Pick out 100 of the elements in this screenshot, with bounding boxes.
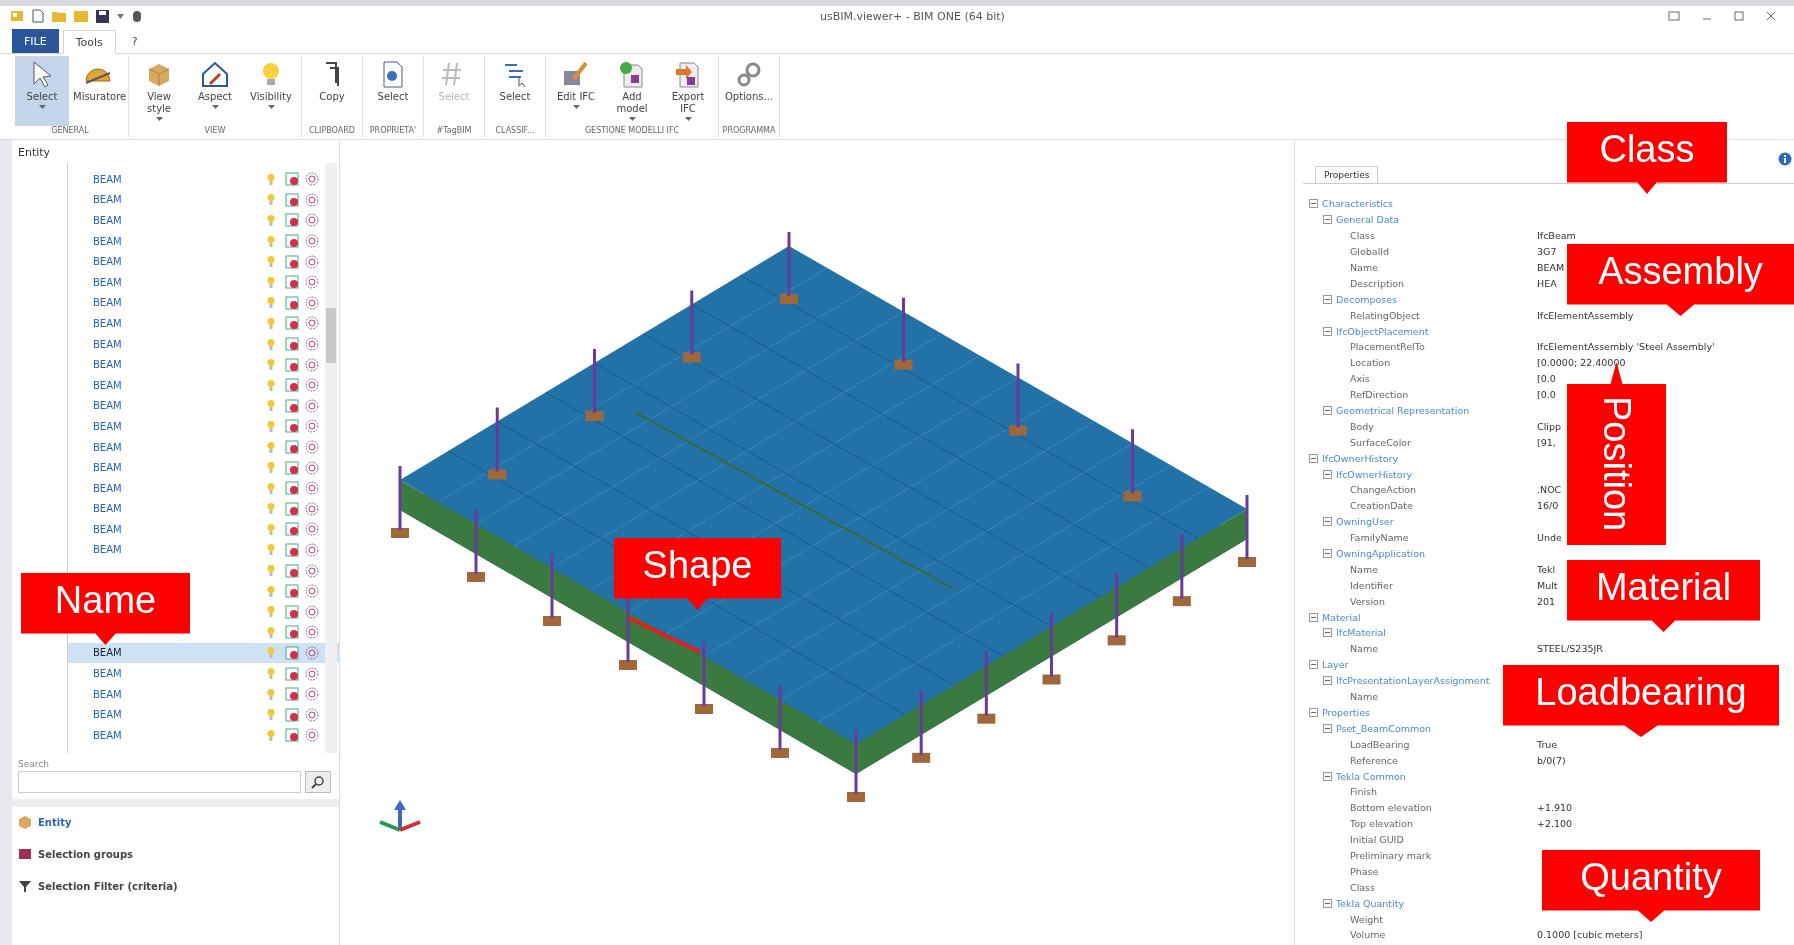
target-icon[interactable] bbox=[305, 398, 319, 413]
target-icon[interactable] bbox=[305, 522, 319, 537]
entity-name[interactable]: BEAM bbox=[93, 400, 263, 412]
target-icon[interactable] bbox=[305, 234, 319, 249]
target-icon[interactable] bbox=[305, 645, 319, 660]
target-icon[interactable] bbox=[305, 604, 319, 619]
target-icon[interactable] bbox=[305, 440, 319, 454]
target-icon[interactable] bbox=[305, 316, 319, 331]
entity-name[interactable]: BEAM bbox=[93, 503, 263, 515]
search-field[interactable] bbox=[18, 771, 301, 793]
target-icon[interactable] bbox=[305, 419, 319, 434]
collapse-toggle-icon[interactable] bbox=[1323, 549, 1332, 559]
maximize-icon[interactable] bbox=[1734, 11, 1744, 21]
ribbon-button[interactable]: Copy bbox=[305, 56, 359, 126]
collapse-toggle-icon[interactable] bbox=[1323, 215, 1332, 225]
target-icon[interactable] bbox=[305, 707, 319, 722]
target-icon[interactable] bbox=[305, 687, 319, 702]
search-button[interactable] bbox=[305, 771, 331, 793]
entity-name[interactable]: BEAM bbox=[93, 544, 263, 556]
ribbon-button[interactable]: Select bbox=[15, 56, 69, 126]
target-icon[interactable] bbox=[305, 543, 319, 557]
mouse-icon[interactable] bbox=[132, 9, 142, 23]
entity-name[interactable]: BEAM bbox=[93, 729, 263, 741]
entity-name[interactable]: BEAM bbox=[93, 194, 263, 206]
target-icon[interactable] bbox=[305, 666, 319, 681]
entity-name[interactable]: BEAM bbox=[93, 276, 263, 288]
nav-item[interactable]: Selection groups bbox=[18, 847, 333, 861]
entity-name[interactable]: BEAM bbox=[93, 482, 263, 494]
ribbon-button[interactable]: Select bbox=[366, 56, 420, 126]
entity-name[interactable]: BEAM bbox=[93, 441, 263, 453]
entity-name[interactable]: BEAM bbox=[93, 297, 263, 309]
collapse-toggle-icon[interactable] bbox=[1323, 517, 1332, 527]
close-icon[interactable] bbox=[1766, 11, 1776, 21]
ribbon-button[interactable]: Aspect bbox=[188, 56, 242, 126]
target-icon[interactable] bbox=[305, 584, 319, 599]
ribbon-button[interactable]: Edit IFC bbox=[549, 56, 603, 126]
target-icon[interactable] bbox=[305, 275, 319, 290]
ribbon-button[interactable]: Visibility bbox=[244, 56, 298, 126]
target-icon[interactable] bbox=[305, 625, 319, 640]
entity-name[interactable]: BEAM bbox=[93, 235, 263, 247]
entity-name[interactable]: BEAM bbox=[93, 709, 263, 721]
properties-tab[interactable]: Properties bbox=[1315, 166, 1379, 183]
collapse-toggle-icon[interactable] bbox=[1309, 612, 1318, 622]
target-icon[interactable] bbox=[305, 563, 319, 578]
entity-name[interactable]: BEAM bbox=[93, 688, 263, 700]
entity-name[interactable]: BEAM bbox=[93, 317, 263, 329]
target-icon[interactable] bbox=[305, 295, 319, 310]
info-icon[interactable] bbox=[1778, 152, 1792, 166]
collapse-toggle-icon[interactable] bbox=[1323, 898, 1332, 908]
ribbon-tab[interactable]: FILE bbox=[12, 29, 59, 53]
ribbon-tab[interactable]: Tools bbox=[62, 30, 116, 54]
collapse-toggle-icon[interactable] bbox=[1323, 469, 1332, 479]
nav-item[interactable]: Selection Filter (criteria) bbox=[18, 879, 333, 893]
target-icon[interactable] bbox=[305, 501, 319, 516]
entity-name[interactable]: BEAM bbox=[93, 379, 263, 391]
target-icon[interactable] bbox=[305, 254, 319, 269]
collapse-toggle-icon[interactable] bbox=[1323, 771, 1332, 781]
entity-name[interactable]: BEAM bbox=[93, 215, 263, 226]
collapse-toggle-icon[interactable] bbox=[1309, 453, 1318, 463]
selected-beam[interactable] bbox=[628, 616, 701, 654]
ribbon-button[interactable]: View style bbox=[132, 56, 186, 126]
entity-name[interactable]: BEAM bbox=[93, 523, 263, 535]
save-icon[interactable] bbox=[96, 9, 109, 23]
axis-gizmo-icon[interactable] bbox=[379, 800, 421, 832]
ribbon-button[interactable]: Add model bbox=[605, 56, 659, 126]
ribbon-button[interactable]: Misuratore bbox=[71, 56, 125, 126]
ribbon-button[interactable]: Select bbox=[488, 56, 542, 126]
target-icon[interactable] bbox=[305, 213, 319, 228]
splitter-handle[interactable] bbox=[12, 799, 339, 807]
ribbon-button[interactable]: Options... bbox=[722, 56, 776, 126]
collapse-toggle-icon[interactable] bbox=[1323, 406, 1332, 415]
ribbon-tab[interactable]: ? bbox=[119, 29, 150, 53]
target-icon[interactable] bbox=[305, 728, 319, 743]
new-file-icon[interactable] bbox=[32, 9, 44, 23]
collapse-toggle-icon[interactable] bbox=[1323, 294, 1332, 304]
entity-name[interactable]: BEAM bbox=[93, 359, 263, 371]
collapse-toggle-icon[interactable] bbox=[1309, 707, 1318, 717]
collapse-toggle-icon[interactable] bbox=[1309, 660, 1318, 670]
entity-name[interactable]: BEAM bbox=[93, 256, 263, 268]
entity-name[interactable]: BEAM bbox=[93, 338, 263, 350]
entity-name[interactable]: BEAM bbox=[93, 668, 263, 680]
target-icon[interactable] bbox=[305, 337, 319, 352]
collapse-toggle-icon[interactable] bbox=[1309, 199, 1318, 209]
entity-name[interactable]: BEAM bbox=[93, 647, 263, 659]
collapse-toggle-icon[interactable] bbox=[1323, 326, 1332, 336]
target-icon[interactable] bbox=[305, 192, 319, 207]
ribbon-button[interactable]: Export IFC bbox=[661, 56, 715, 126]
entity-name[interactable]: BEAM bbox=[93, 420, 263, 432]
selected-row[interactable]: BEAM bbox=[68, 642, 339, 664]
collapse-toggle-icon[interactable] bbox=[1323, 676, 1332, 686]
scrollbar[interactable] bbox=[325, 163, 337, 753]
target-icon[interactable] bbox=[305, 460, 319, 475]
target-icon[interactable] bbox=[305, 378, 319, 393]
target-icon[interactable] bbox=[305, 172, 319, 187]
target-icon[interactable] bbox=[305, 481, 319, 496]
entity-name[interactable]: BEAM bbox=[93, 173, 263, 185]
entity-name[interactable]: BEAM bbox=[93, 462, 263, 474]
caret-icon[interactable] bbox=[117, 13, 124, 19]
collapse-toggle-icon[interactable] bbox=[1323, 723, 1332, 733]
nav-item[interactable]: Entity bbox=[18, 815, 333, 829]
